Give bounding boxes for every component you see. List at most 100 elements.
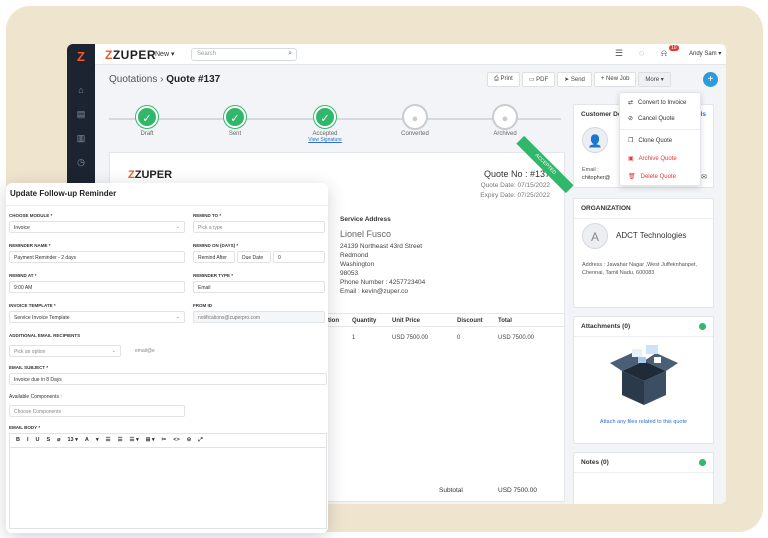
address-line: 98053 xyxy=(340,270,359,277)
organization-card: ORGANIZATION A ADCT Technologies Address… xyxy=(573,198,714,308)
add-attachment-icon[interactable] xyxy=(699,323,706,330)
line-items-header: tion Quantity Unit Price Discount Total xyxy=(328,313,564,327)
notification-badge: 10 xyxy=(669,45,679,51)
menu-label: Delete Quote xyxy=(640,173,676,180)
search-input[interactable]: Search ⌕ xyxy=(191,48,297,61)
menu-label: Convert to Invoice xyxy=(638,99,687,106)
menu-item-archive[interactable]: ▣ Archive Quote xyxy=(628,155,677,163)
invoice-template-select[interactable]: Service Invoice Template ⌄ xyxy=(9,311,185,323)
menu-item-delete[interactable]: 🗑 Delete Quote xyxy=(628,173,676,181)
attachments-title: Attachments (0) xyxy=(574,317,713,337)
more-button[interactable]: More ▾ xyxy=(638,72,671,87)
send-button[interactable]: ➤ Send xyxy=(557,72,592,87)
add-icon[interactable]: + xyxy=(703,72,718,87)
clock-icon[interactable]: ◷ xyxy=(75,156,87,168)
book-icon[interactable]: ▥ xyxy=(75,132,87,144)
email-subject-input[interactable]: Invoice due in 8 Days xyxy=(9,373,327,385)
doc-brand-logo: ZZUPER xyxy=(128,169,172,181)
cut-icon[interactable]: ✂ xyxy=(162,437,167,444)
strikethrough-button[interactable]: S xyxy=(47,437,51,444)
more-dropdown-menu: ⇄ Convert to Invoice ⊘ Cancel Quote ❐ Clone… xyxy=(619,92,701,186)
reminder-type-select[interactable]: Email xyxy=(193,281,325,293)
email-label: Email : xyxy=(582,167,599,173)
print-label: Print xyxy=(500,76,513,82)
menu-item-convert[interactable]: ⇄ Convert to Invoice xyxy=(628,99,687,107)
send-label: Send xyxy=(570,77,585,83)
pdf-button[interactable]: ▭ PDF xyxy=(521,72,556,87)
service-address: Service Address Lionel Fusco 24139 North… xyxy=(340,215,425,296)
recipients-select[interactable]: Pick an option ⌄ xyxy=(9,345,121,357)
chat-icon[interactable]: ◌ xyxy=(639,48,644,58)
add-note-icon[interactable] xyxy=(699,459,706,466)
modal-title: Update Follow-up Reminder xyxy=(10,189,117,198)
menu-item-cancel[interactable]: ⊘ Cancel Quote xyxy=(628,115,675,123)
column-header: Quantity xyxy=(352,318,377,324)
notes-card: Notes (0) xyxy=(573,452,714,504)
modal-divider xyxy=(6,205,328,206)
from-id-label: FROM ID xyxy=(193,303,212,308)
breadcrumb-parent[interactable]: Quotations xyxy=(109,74,157,85)
org-avatar: A xyxy=(582,223,608,249)
check-icon: ✓ xyxy=(314,106,336,128)
home-icon[interactable]: ⌂ xyxy=(75,84,87,96)
recipient-email-input[interactable]: email@e xyxy=(131,345,185,357)
column-header: Unit Price xyxy=(392,318,421,324)
document-icon[interactable]: ▤ xyxy=(75,108,87,120)
select-placeholder: Pick an option xyxy=(14,349,46,355)
cancel-icon: ⊘ xyxy=(628,116,634,122)
text-color-dropdown[interactable]: ▾ xyxy=(96,437,99,444)
text-color-icon[interactable]: A xyxy=(85,437,89,444)
editor-toolbar: B I U S ⌀ 13 ▾ A ▾ ☰ ☰ ☰ ▾ ⊞ ▾ ✂ <> ⊝ ⤢ xyxy=(10,434,326,448)
list-icon[interactable]: ☰ xyxy=(615,48,623,59)
step-archived: ● Archived xyxy=(475,106,535,137)
mail-icon[interactable]: ✉ xyxy=(701,173,707,181)
step-sent: ✓ Sent xyxy=(205,106,265,137)
user-menu[interactable]: Andy Sam ▾ xyxy=(689,50,721,57)
email-body-editor[interactable]: B I U S ⌀ 13 ▾ A ▾ ☰ ☰ ☰ ▾ ⊞ ▾ ✂ <> ⊝ ⤢ xyxy=(9,433,327,529)
cell-quantity: 1 xyxy=(352,335,356,341)
bell-icon[interactable]: ⍾ xyxy=(661,48,667,59)
user-name: Andy Sam xyxy=(689,51,717,57)
numbered-list-icon[interactable]: ☰ xyxy=(118,437,123,444)
view-signature-link[interactable]: View Signature xyxy=(295,137,355,143)
components-select[interactable]: Choose Components xyxy=(9,405,185,417)
print-button[interactable]: ⎙ Print xyxy=(487,72,520,87)
italic-button[interactable]: I xyxy=(27,437,29,444)
clear-format-icon[interactable]: ⌀ xyxy=(57,437,60,444)
font-size-select[interactable]: 13 ▾ xyxy=(67,437,77,444)
phone-line: Phone Number : 4257723404 xyxy=(340,279,426,286)
bold-button[interactable]: B xyxy=(16,437,20,444)
select-value: Invoice xyxy=(14,225,30,231)
underline-button[interactable]: U xyxy=(36,437,40,444)
column-header: Total xyxy=(498,318,512,324)
attach-files-link[interactable]: Attach any files related to this quote xyxy=(574,419,713,425)
reminder-name-input[interactable]: Payment Reminder - 2 days xyxy=(9,251,185,263)
remind-after-select[interactable]: Remind After xyxy=(193,251,235,263)
fullscreen-icon[interactable]: ⤢ xyxy=(198,437,202,444)
new-dropdown[interactable]: New ▾ xyxy=(155,50,174,58)
due-date-select[interactable]: Due Date xyxy=(237,251,271,263)
search-icon: ⌕ xyxy=(288,50,292,57)
top-bar: ZZUPER New ▾ Search ⌕ ☰ ◌ ⍾ 10 Andy Sam ▾ xyxy=(95,44,726,65)
reminder-name-label: REMINDER NAME * xyxy=(9,243,51,248)
logo-text: ZUPER xyxy=(112,48,157,62)
table-icon[interactable]: ⊞ ▾ xyxy=(146,437,155,444)
recipients-label: ADDITIONAL EMAIL RECIPIENTS xyxy=(9,333,81,338)
select-value: Remind After xyxy=(198,255,227,261)
follow-up-reminder-modal: Update Follow-up Reminder CHOOSE MODULE … xyxy=(6,183,328,533)
remind-days-input[interactable]: 0 xyxy=(273,251,325,263)
bullet-list-icon[interactable]: ☰ xyxy=(106,437,111,444)
align-select[interactable]: ☰ ▾ xyxy=(130,437,139,444)
choose-module-select[interactable]: Invoice ⌄ xyxy=(9,221,185,233)
code-view-icon[interactable]: <> xyxy=(173,437,179,444)
link-icon[interactable]: ⊝ xyxy=(187,437,192,444)
new-job-button[interactable]: + New Job xyxy=(593,72,637,87)
menu-item-clone[interactable]: ❐ Clone Quote xyxy=(628,137,672,145)
remind-to-select[interactable]: Pick a type xyxy=(193,221,325,233)
remind-at-input[interactable]: 9:00 AM xyxy=(9,281,185,293)
org-name[interactable]: ADCT Technologies xyxy=(616,231,686,240)
page-title: Quote #137 xyxy=(166,74,221,85)
pending-dot-icon: ● xyxy=(494,106,516,128)
breadcrumb: Quotations › Quote #137 xyxy=(109,74,220,85)
check-icon: ✓ xyxy=(224,106,246,128)
